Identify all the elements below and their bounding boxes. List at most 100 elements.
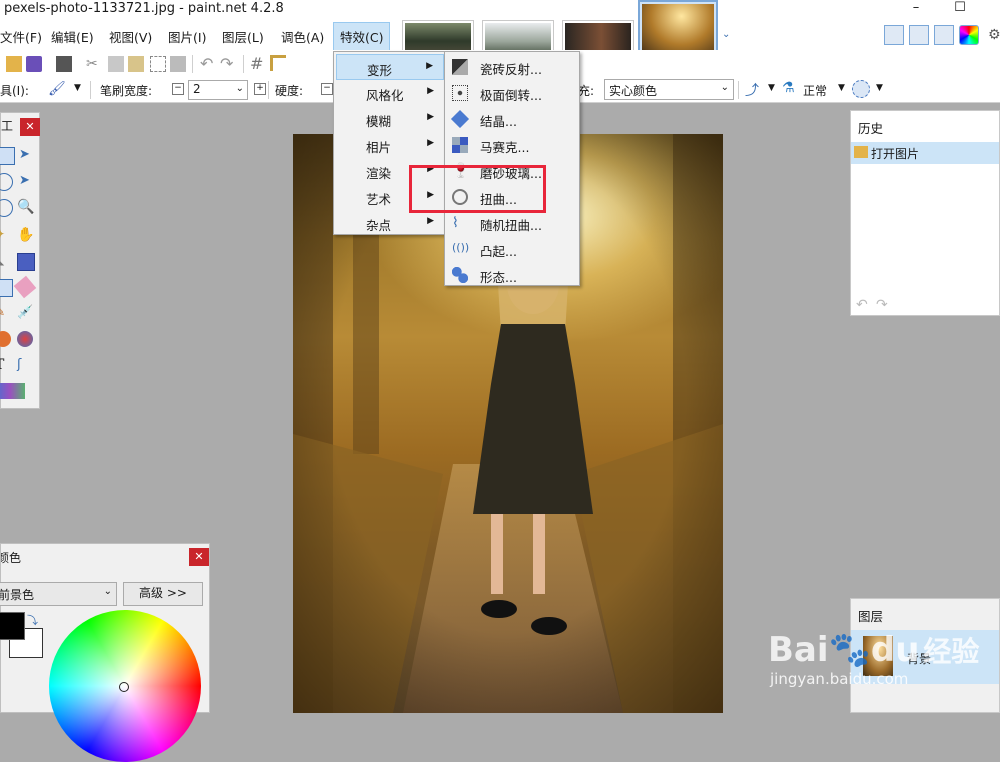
color-selector-dropdown[interactable]: 前景色 ⌄ — [0, 582, 117, 606]
menu-effects[interactable]: 特效(C) — [333, 22, 391, 51]
color-picker-icon[interactable]: 💉 — [17, 305, 33, 321]
move-selected-icon[interactable]: ➤ — [19, 173, 35, 189]
open-file-icon[interactable] — [6, 56, 22, 72]
rectangle-select-icon[interactable] — [0, 147, 15, 165]
menu-image[interactable]: 图片(I) — [168, 27, 206, 46]
lasso-select-icon[interactable] — [0, 199, 13, 217]
line-curve-icon[interactable]: ʃ — [17, 357, 33, 373]
advanced-button[interactable]: 高级 >> — [123, 582, 203, 606]
history-toggle-icon[interactable] — [909, 25, 929, 45]
menu-adjustments[interactable]: 调色(A) — [281, 27, 324, 46]
effects-menu-item-stylize[interactable]: 风格化 ▶ — [336, 80, 444, 106]
swap-colors-icon[interactable]: ⤵ — [27, 612, 38, 628]
move-selection-icon[interactable]: ➤ — [19, 147, 35, 163]
menu-edit[interactable]: 编辑(E) — [51, 27, 94, 46]
increase-width-button[interactable]: + — [254, 83, 266, 95]
selection-mode-icon[interactable] — [852, 80, 870, 98]
effects-menu-item-noise[interactable]: 杂点 ▶ — [336, 210, 444, 236]
zoom-icon[interactable]: 🔍 — [17, 199, 34, 215]
menu-item-label: 相片 — [366, 140, 392, 155]
minimize-button[interactable]: – — [902, 0, 930, 18]
history-undo-icon[interactable]: ↶ — [856, 297, 868, 313]
submenu-item-tile-reflection[interactable]: 瓷砖反射... — [447, 54, 577, 80]
eraser-icon[interactable] — [13, 275, 37, 299]
history-item[interactable]: 打开图片 — [851, 142, 999, 164]
save-icon[interactable] — [26, 56, 42, 72]
submenu-item-polar-inversion[interactable]: 极面倒转... — [447, 80, 577, 106]
toolbar-separator — [90, 81, 91, 99]
undo-icon[interactable]: ↶ — [200, 54, 216, 73]
pan-hand-icon[interactable]: ✋ — [17, 227, 34, 243]
chevron-down-icon[interactable]: ▼ — [74, 83, 81, 93]
paintbrush-tool-icon[interactable]: / — [0, 279, 13, 297]
shapes-icon[interactable] — [0, 383, 25, 399]
gradient-icon[interactable] — [17, 253, 35, 271]
antialiasing-icon[interactable]: ⤴ — [745, 80, 765, 99]
effects-menu-item-blurs[interactable]: 模糊 ▶ — [336, 106, 444, 132]
title-bar: pexels-photo-1133721.jpg - paint.net 4.2… — [0, 0, 1000, 18]
colors-toggle-icon[interactable] — [959, 25, 979, 45]
menu-file[interactable]: 文件(F) — [0, 27, 42, 46]
history-redo-icon[interactable]: ↷ — [876, 297, 888, 313]
watermark-jingyan: 经验 — [923, 635, 980, 668]
menu-item-label: 瓷砖反射... — [480, 62, 542, 77]
paw-icon: 🐾 — [828, 630, 871, 670]
blend-mode-value[interactable]: 正常 — [803, 82, 827, 99]
effects-menu-item-photo[interactable]: 相片 ▶ — [336, 132, 444, 158]
paintbrush-icon[interactable]: 🖌 — [48, 81, 68, 97]
clone-stamp-icon[interactable] — [0, 331, 11, 347]
grid-icon[interactable]: # — [250, 54, 266, 73]
cut-icon[interactable]: ✂ — [86, 56, 102, 72]
color-wheel[interactable] — [49, 610, 201, 762]
submenu-item-dents[interactable]: ⌇ 随机扭曲... — [447, 210, 577, 236]
blend-mode-icon[interactable]: ⚗ — [782, 80, 800, 98]
tools-toggle-icon[interactable] — [884, 25, 904, 45]
thumbnail-image — [642, 4, 714, 53]
decrease-hardness-button[interactable]: − — [321, 83, 333, 95]
recolor-icon[interactable] — [17, 331, 33, 347]
menu-item-label: 风格化 — [366, 88, 404, 103]
menu-layers[interactable]: 图层(L) — [222, 27, 264, 46]
menu-view[interactable]: 视图(V) — [109, 27, 152, 46]
chevron-down-icon[interactable]: ▼ — [876, 83, 883, 93]
tools-window-title: 工 — [1, 119, 14, 133]
paint-bucket-icon[interactable]: ◣ — [0, 253, 11, 269]
color-wheel-cursor[interactable] — [119, 682, 129, 692]
close-icon[interactable]: ✕ — [189, 548, 209, 566]
ellipse-select-icon[interactable] — [0, 173, 13, 191]
deselect-icon[interactable] — [170, 56, 186, 72]
submenu-item-morphology[interactable]: 形态... — [447, 262, 577, 288]
submenu-item-bulge[interactable]: (()) 凸起... — [447, 236, 577, 262]
menu-item-label: 马赛克... — [480, 140, 530, 155]
redo-icon[interactable]: ↷ — [220, 54, 236, 73]
polar-inversion-icon — [452, 85, 468, 101]
pencil-icon[interactable]: ✎ — [0, 305, 11, 321]
menu-item-label: 随机扭曲... — [480, 218, 542, 233]
print-icon[interactable] — [56, 56, 72, 72]
chevron-down-icon[interactable]: ▼ — [838, 83, 845, 93]
crop-icon[interactable] — [150, 56, 166, 72]
maximize-button[interactable]: ☐ — [946, 0, 974, 18]
primary-color-swatch[interactable] — [0, 612, 25, 640]
submenu-item-crystallize[interactable]: 结晶... — [447, 106, 577, 132]
ruler-icon[interactable] — [270, 55, 286, 71]
decrease-width-button[interactable]: − — [172, 83, 184, 95]
effects-menu-item-distort[interactable]: 变形 ▶ — [336, 54, 444, 80]
image-tab-active[interactable] — [638, 0, 718, 57]
tabs-dropdown-icon[interactable]: ⌄ — [722, 29, 730, 40]
menu-item-label: 变形 — [367, 63, 393, 78]
fill-mode-select[interactable]: 实心颜色 ⌄ — [604, 79, 734, 100]
submenu-item-pixelate[interactable]: 马赛克... — [447, 132, 577, 158]
close-icon[interactable]: ✕ — [20, 118, 40, 136]
copy-icon[interactable] — [108, 56, 124, 72]
magic-wand-icon[interactable]: ✦ — [0, 227, 11, 243]
paste-icon[interactable] — [128, 56, 144, 72]
text-icon[interactable]: T — [0, 357, 11, 373]
settings-gear-icon[interactable]: ⚙ — [988, 27, 1000, 43]
menu-item-label: 艺术 — [366, 192, 392, 207]
watermark-brand2: du — [870, 630, 920, 670]
chevron-down-icon[interactable]: ▼ — [768, 83, 775, 93]
brush-width-select[interactable]: 2 ⌄ — [188, 80, 248, 100]
layers-toggle-icon[interactable] — [934, 25, 954, 45]
submenu-arrow-icon: ▶ — [427, 138, 434, 148]
